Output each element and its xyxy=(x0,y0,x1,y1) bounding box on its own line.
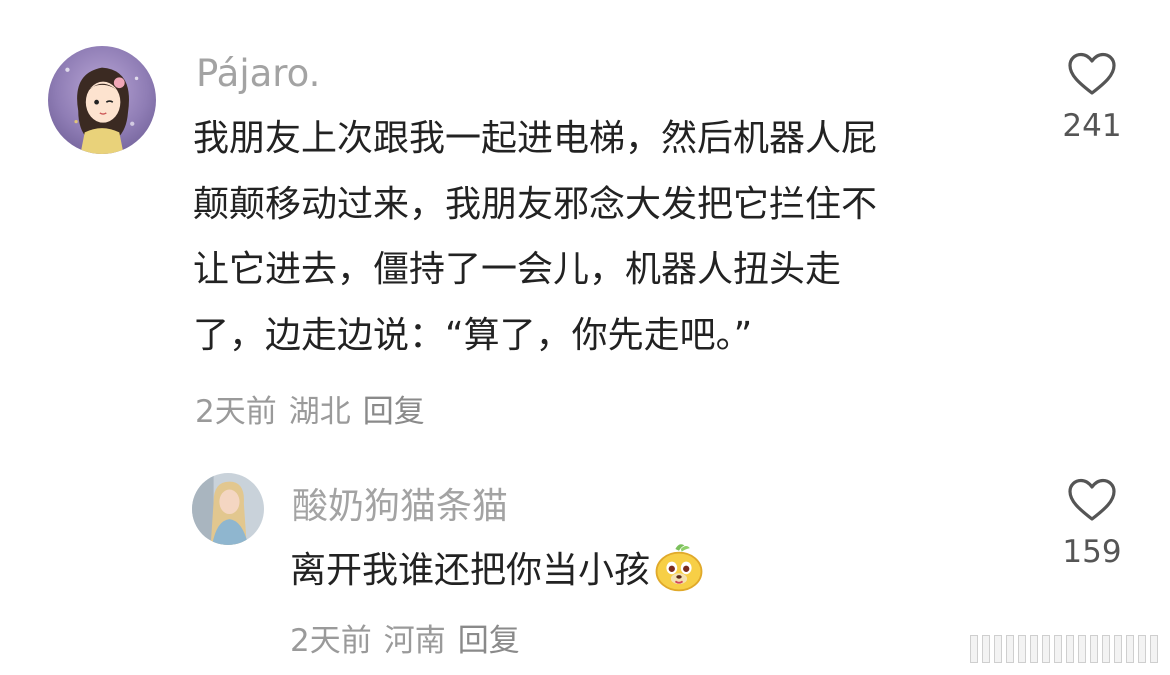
watermark xyxy=(970,635,1158,663)
reply-like-count: 159 xyxy=(1062,534,1122,570)
reply-meta: 2天前 河南 回复 xyxy=(290,615,532,660)
comment-line: 让它进去，僵持了一会儿，机器人扭头走 xyxy=(193,249,842,290)
reply-location: 河南 xyxy=(383,623,446,659)
reply-username[interactable]: 酸奶狗猫条猫 xyxy=(292,477,508,529)
comment-time: 2天前 xyxy=(195,394,277,430)
reply-avatar[interactable] xyxy=(192,473,264,545)
reply-like-button[interactable]: 159 xyxy=(1050,478,1134,570)
comment-like-button[interactable]: 241 xyxy=(1050,52,1134,144)
comment-like-count: 241 xyxy=(1062,108,1122,144)
dog-face-emoji xyxy=(655,544,703,592)
reply-time: 2天前 xyxy=(290,623,372,659)
comment-username[interactable]: Pájaro. xyxy=(196,52,320,95)
reply-text: 离开我谁还把你当小孩 xyxy=(290,550,651,591)
heart-outline-icon xyxy=(1068,478,1116,521)
comment-avatar[interactable] xyxy=(48,46,156,154)
heart-outline-icon xyxy=(1068,52,1116,95)
comment-line: 了，边走边说：“算了，你先走吧。” xyxy=(193,314,753,356)
comment-line: 我朋友上次跟我一起进电梯，然后机器人屁 xyxy=(193,118,878,159)
reply-body: 离开我谁还把你当小孩 xyxy=(290,538,706,604)
comment-line: 颠颠移动过来，我朋友邪念大发把它拦住不 xyxy=(193,183,878,225)
comment-body: 我朋友上次跟我一起进电梯，然后机器人屁 颠颠移动过来，我朋友邪念大发把它拦住不 … xyxy=(193,106,1023,368)
comment-reply-button[interactable]: 回复 xyxy=(363,394,425,430)
reply-reply-button[interactable]: 回复 xyxy=(458,623,520,659)
avatar-photo-icon xyxy=(192,473,264,545)
avatar-illustration-icon xyxy=(48,46,156,154)
comment-meta: 2天前 湖北 回复 xyxy=(195,386,437,431)
comment-location: 湖北 xyxy=(288,394,351,430)
